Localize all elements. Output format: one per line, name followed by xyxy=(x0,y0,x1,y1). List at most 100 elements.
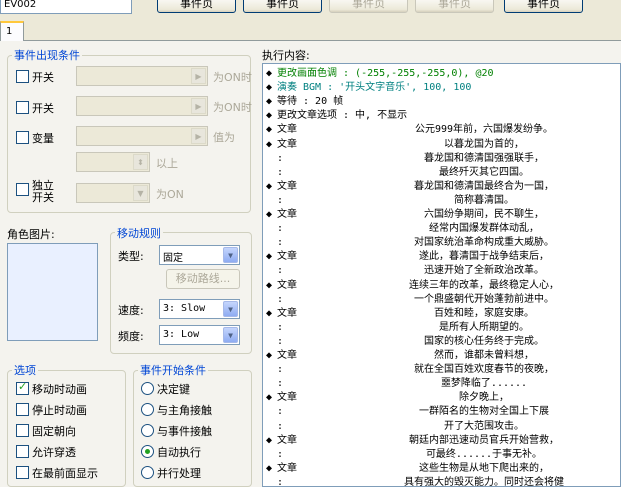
command-row[interactable]: ◆ 文章 暮龙国和德清国最终合为一国， xyxy=(266,180,620,194)
command-name: 文章 xyxy=(277,138,297,150)
trigger-radio[interactable] xyxy=(141,445,154,458)
command-name: : xyxy=(277,321,284,333)
option-label: 允许穿透 xyxy=(32,446,76,459)
command-row[interactable]: ◆ 文章 以暮龙国为首的， xyxy=(266,138,620,152)
command-row[interactable]: : 噩梦降临了...... xyxy=(266,377,620,391)
switch2-label: 开关 xyxy=(32,102,54,115)
command-row[interactable]: : 国家的核心任务终于完成。 xyxy=(266,335,620,349)
command-marker xyxy=(266,363,277,377)
trigger-radio[interactable] xyxy=(141,466,154,479)
command-name: 文章 xyxy=(277,307,297,319)
option-label: 停止时动画 xyxy=(32,404,87,417)
option-checkbox[interactable] xyxy=(16,424,29,437)
command-marker: ◆ xyxy=(266,124,273,136)
command-marker: ◆ xyxy=(266,96,273,108)
trigger-radio[interactable] xyxy=(141,424,154,437)
command-row[interactable]: ◆ 更改文章选项 : 中, 不显示 xyxy=(266,109,407,123)
option-checkbox[interactable] xyxy=(16,466,29,479)
move-speed-select[interactable]: 3: Slow ▼ xyxy=(159,299,240,319)
option-label: 移动时动画 xyxy=(32,383,87,396)
command-name: : xyxy=(277,152,284,164)
chevron-down-icon: ▼ xyxy=(223,301,238,317)
command-name: 等待 : 20 帧 xyxy=(277,96,344,108)
event-page-button-5[interactable]: 事件页 xyxy=(504,0,583,13)
command-row[interactable]: : 一个鼎盛朝代开始蓬勃前进中。 xyxy=(266,293,620,307)
movement-title: 移动规则 xyxy=(115,225,163,241)
option-label: 在最前面显示 xyxy=(32,467,98,480)
move-type-value: 固定 xyxy=(163,253,183,264)
command-row[interactable]: : 就在全国百姓欢度春节的夜晚， xyxy=(266,363,620,377)
command-row[interactable]: : 最终歼灭其它四国。 xyxy=(266,166,620,180)
command-name: : xyxy=(277,406,284,418)
command-name: : xyxy=(277,237,284,249)
command-row[interactable]: : 开了大范围攻击。 xyxy=(266,420,620,434)
command-marker: ◆ xyxy=(266,209,273,220)
command-text: 经常内国爆发群体动乱， xyxy=(429,223,539,235)
command-text: 然而，谁都未曾料想， xyxy=(434,350,534,361)
move-type-label: 类型: xyxy=(118,250,144,263)
command-row[interactable]: ◆ 演奏 BGM : '开头文字音乐', 100, 100 xyxy=(266,81,471,95)
command-text: 以暮龙国为首的， xyxy=(444,138,524,150)
command-list[interactable]: ◆ 更改画面色调 : (-255,-255,-255,0), @20 ◆ 演奏 BGM… xyxy=(262,63,621,487)
command-marker xyxy=(266,405,277,419)
command-text: 暮龙国和德清国最终合为一国， xyxy=(414,180,554,192)
switch1-checkbox[interactable] xyxy=(16,70,29,83)
command-row[interactable]: : 经常内国爆发群体动乱， xyxy=(266,222,620,236)
command-row[interactable]: : 具有强大的毁灭能力。同时还会将健 xyxy=(266,476,620,486)
variable-checkbox[interactable] xyxy=(16,131,29,144)
switch2-checkbox[interactable] xyxy=(16,101,29,114)
move-type-select[interactable]: 固定 ▼ xyxy=(159,245,240,265)
command-name: 更改文章选项 : 中, 不显示 xyxy=(277,110,408,122)
command-row[interactable]: : 对国家统治革命构成重大威胁。 xyxy=(266,236,620,250)
command-text: 除夕晚上， xyxy=(459,392,509,404)
option-checkbox[interactable] xyxy=(16,403,29,416)
command-row[interactable]: ◆ 更改画面色调 : (-255,-255,-255,0), @20 xyxy=(266,67,494,81)
command-text: 开了大范围攻击。 xyxy=(444,420,524,432)
command-marker xyxy=(266,194,277,208)
command-row[interactable]: ◆ 文章 朝廷内部迅速动员官兵开始营救， xyxy=(266,434,620,448)
command-row[interactable]: ◆ 文章 公元999年前，六国爆发纷争。 xyxy=(266,123,620,137)
command-row[interactable]: ◆ 文章 百姓和睦，家庭安康。 xyxy=(266,307,620,321)
command-row[interactable]: ◆ 文章 遂此，暮清国于战争结束后， xyxy=(266,250,620,264)
variable-value-spinner: ⬍ xyxy=(76,152,150,172)
command-row[interactable]: : 一群陌名的生物对全国上下展 xyxy=(266,405,620,419)
command-row[interactable]: : 暮龙国和德清国强强联手， xyxy=(266,152,620,166)
event-name-input[interactable]: EV002 xyxy=(0,0,132,14)
command-row[interactable]: ◆ 文章 然而，谁都未曾料想， xyxy=(266,349,620,363)
command-marker: ◆ xyxy=(266,138,273,150)
command-row[interactable]: : 迅速开始了全新政治改革。 xyxy=(266,264,620,278)
command-text: 噩梦降临了...... xyxy=(440,378,528,390)
self-switch-suffix: 为ON xyxy=(156,188,184,201)
command-text: 连续三年的改革，最终稳定人心， xyxy=(409,279,559,291)
option-checkbox[interactable] xyxy=(16,380,29,395)
command-row[interactable]: ◆ 文章 这些生物是从地下爬出来的， xyxy=(266,462,620,476)
switch1-select: ▶ xyxy=(76,66,208,86)
move-freq-select[interactable]: 3: Low ▼ xyxy=(159,325,240,345)
command-text: 公元999年前，六国爆发纷争。 xyxy=(414,124,554,136)
self-switch-checkbox[interactable] xyxy=(16,183,29,196)
chevron-right-icon: ▶ xyxy=(191,128,206,144)
graphic-preview[interactable] xyxy=(7,243,98,341)
tab-page-1[interactable]: 1 xyxy=(0,21,24,41)
event-page-button-2[interactable]: 事件页 xyxy=(243,0,322,13)
trigger-label: 决定键 xyxy=(157,383,190,396)
command-text: 迅速开始了全新政治改革。 xyxy=(424,265,544,277)
option-checkbox[interactable] xyxy=(16,445,29,458)
command-row[interactable]: ◆ 文章 连续三年的改革，最终稳定人心， xyxy=(266,279,620,293)
command-name: 文章 xyxy=(277,392,297,404)
command-row[interactable]: ◆ 等待 : 20 帧 xyxy=(266,95,343,109)
command-row[interactable]: ◆ 文章 除夕晚上， xyxy=(266,391,620,405)
move-speed-label: 速度: xyxy=(118,304,144,317)
command-row[interactable]: : 简称暮清国。 xyxy=(266,194,620,208)
event-page-button-1[interactable]: 事件页 xyxy=(157,0,236,13)
trigger-radio[interactable] xyxy=(141,403,154,416)
conditions-title: 事件出现条件 xyxy=(12,47,82,63)
list-title: 执行内容: xyxy=(262,49,310,62)
command-text: 一群陌名的生物对全国上下展 xyxy=(419,406,549,418)
command-marker xyxy=(266,420,277,434)
trigger-label: 并行处理 xyxy=(157,467,201,480)
command-row[interactable]: ◆ 文章 六国纷争期间，民不聊生， xyxy=(266,208,620,222)
trigger-radio[interactable] xyxy=(141,382,154,395)
command-row[interactable]: : 是所有人所期望的。 xyxy=(266,321,620,335)
command-row[interactable]: : 可最终......于事无补。 xyxy=(266,448,620,462)
